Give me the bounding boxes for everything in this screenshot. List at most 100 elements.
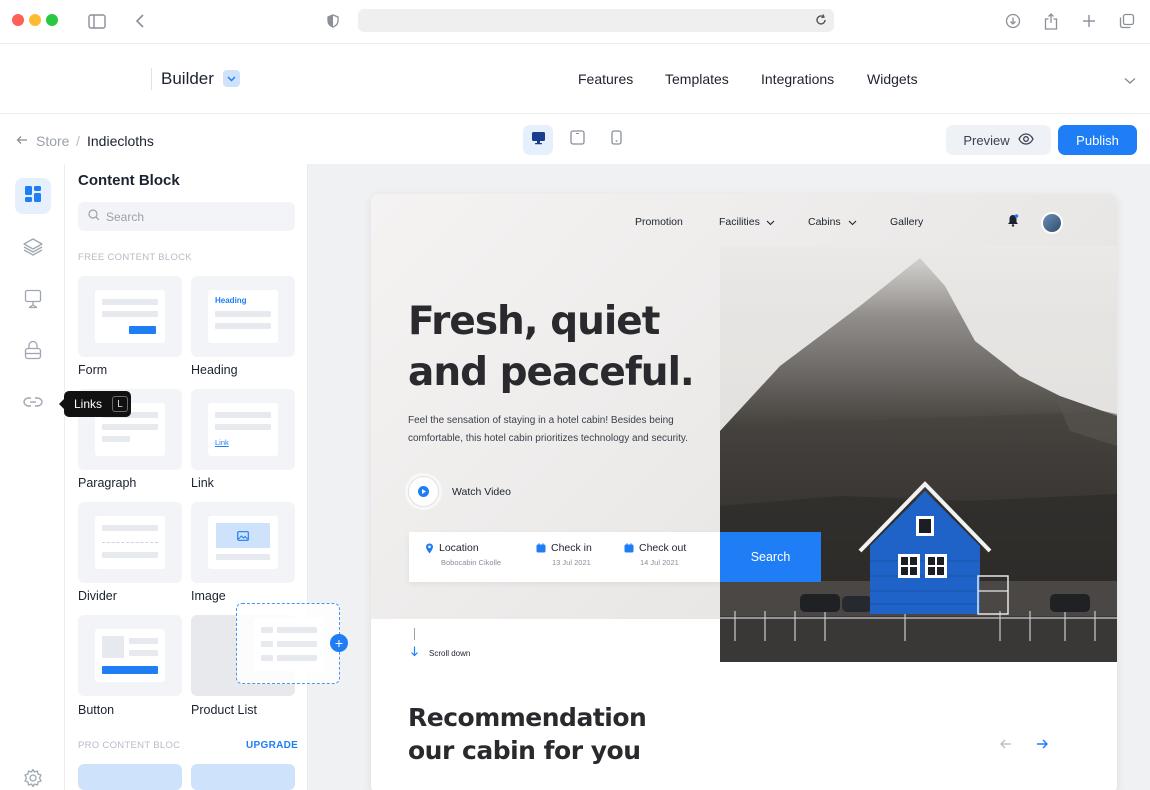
- breadcrumb-store[interactable]: Store: [36, 133, 69, 149]
- preview-label: Preview: [963, 132, 1010, 148]
- nav-widgets[interactable]: Widgets: [867, 71, 918, 87]
- back-arrow-icon[interactable]: [16, 133, 28, 151]
- hero-photo[interactable]: [720, 246, 1117, 662]
- panel-title: Content Block: [78, 172, 180, 189]
- pro-section-label: PRO CONTENT BLOC: [78, 740, 181, 751]
- dashboard-icon: [24, 185, 42, 208]
- add-block-plus-icon[interactable]: +: [330, 634, 348, 652]
- minimize-window-button[interactable]: [29, 14, 41, 26]
- block-label-heading: Heading: [191, 363, 238, 377]
- plus-icon[interactable]: [1078, 10, 1100, 32]
- avatar[interactable]: [1041, 212, 1063, 234]
- site-nav-facilities[interactable]: Facilities: [719, 216, 760, 228]
- lock-nav-button[interactable]: [15, 334, 51, 370]
- mobile-icon: [610, 130, 622, 150]
- chevron-down-icon[interactable]: [1124, 72, 1136, 90]
- calendar-icon: [536, 543, 546, 553]
- block-tile-link[interactable]: Link: [191, 389, 295, 470]
- tablet-view-button[interactable]: [562, 125, 592, 155]
- site-nav-cabins[interactable]: Cabins: [808, 216, 841, 228]
- preview-button[interactable]: Preview: [946, 125, 1051, 155]
- checkout-field[interactable]: Check out 14 Jul 2021: [624, 542, 686, 567]
- close-window-button[interactable]: [12, 14, 24, 26]
- desktop-view-button[interactable]: [523, 125, 553, 155]
- form-thumbnail: [95, 290, 165, 343]
- arrow-left-icon[interactable]: [1000, 739, 1012, 749]
- block-label-link: Link: [191, 476, 214, 490]
- arrow-down-icon: [411, 646, 418, 657]
- sidebar-icon[interactable]: [86, 10, 108, 32]
- frame-icon: [24, 289, 42, 314]
- download-icon[interactable]: [1002, 10, 1024, 32]
- maximize-window-button[interactable]: [46, 14, 58, 26]
- checkin-value: 13 Jul 2021: [552, 558, 591, 567]
- content-block-panel: Content Block Search FREE CONTENT BLOCK …: [65, 164, 308, 790]
- booking-search-button[interactable]: Search: [720, 532, 821, 582]
- link-thumb-text: Link: [215, 438, 229, 447]
- publish-button[interactable]: Publish: [1058, 125, 1137, 155]
- block-label-form: Form: [78, 363, 108, 377]
- tabs-icon[interactable]: [1116, 10, 1138, 32]
- bell-icon[interactable]: [1007, 214, 1019, 227]
- pro-block-tile[interactable]: [78, 764, 182, 790]
- block-tile-heading[interactable]: Heading: [191, 276, 295, 357]
- reload-icon[interactable]: [814, 13, 828, 32]
- breadcrumb-separator: /: [76, 133, 80, 149]
- links-nav-button[interactable]: [15, 386, 51, 422]
- shortcut-key: L: [112, 396, 129, 412]
- location-field[interactable]: Location Bobocabin Cikolle: [425, 542, 501, 567]
- brand-name: Builder: [161, 69, 214, 88]
- dragging-block-ghost[interactable]: [236, 603, 340, 684]
- url-bar[interactable]: [358, 9, 834, 32]
- share-icon[interactable]: [1040, 10, 1062, 32]
- watch-video-label[interactable]: Watch Video: [452, 486, 511, 498]
- layers-nav-button[interactable]: [15, 231, 51, 267]
- site-preview[interactable]: Promotion Facilities Cabins Gallery Fres…: [371, 194, 1117, 790]
- editor-toolbar: Store / Indiecloths Preview Publish: [0, 114, 1150, 164]
- nav-features[interactable]: Features: [578, 71, 633, 87]
- image-icon: [216, 523, 270, 548]
- editor-canvas[interactable]: Promotion Facilities Cabins Gallery Fres…: [308, 164, 1150, 790]
- chevron-down-icon: [848, 220, 857, 226]
- block-tile-image[interactable]: [191, 502, 295, 583]
- block-tile-form[interactable]: [78, 276, 182, 357]
- tooltip-label: Links: [74, 397, 103, 411]
- upgrade-link[interactable]: UPGRADE: [246, 740, 298, 751]
- breadcrumb-current: Indiecloths: [87, 133, 154, 149]
- heading-thumb-text: Heading: [215, 296, 247, 305]
- nav-templates[interactable]: Templates: [665, 71, 729, 87]
- site-nav-gallery[interactable]: Gallery: [890, 216, 923, 228]
- settings-nav-button[interactable]: [15, 762, 51, 790]
- location-label: Location: [439, 542, 479, 554]
- nav-integrations[interactable]: Integrations: [761, 71, 834, 87]
- scroll-down-label[interactable]: Scroll down: [429, 649, 470, 658]
- divider: [151, 68, 152, 90]
- browser-chrome: [0, 0, 1150, 44]
- checkin-field[interactable]: Check in 13 Jul 2021: [536, 542, 592, 567]
- pro-block-tile[interactable]: [191, 764, 295, 790]
- hero-title-line2: and peaceful.: [408, 350, 695, 395]
- settings-icon: [23, 768, 43, 790]
- block-search-input[interactable]: Search: [78, 202, 295, 231]
- block-label-image: Image: [191, 589, 226, 603]
- link-thumbnail: Link: [208, 403, 278, 456]
- block-tile-divider[interactable]: [78, 502, 182, 583]
- block-label-button: Button: [78, 703, 115, 717]
- shield-icon: [322, 10, 344, 32]
- play-icon: [418, 486, 429, 497]
- free-section-label: FREE CONTENT BLOCK: [78, 252, 192, 263]
- recommendation-line2: our cabin for you: [408, 736, 641, 765]
- search-icon: [88, 209, 100, 224]
- block-label-paragraph: Paragraph: [78, 476, 137, 490]
- back-icon[interactable]: [129, 10, 151, 32]
- blocks-nav-button[interactable]: [15, 178, 51, 214]
- frame-nav-button[interactable]: [15, 283, 51, 319]
- play-video-button[interactable]: [408, 476, 439, 507]
- mobile-view-button[interactable]: [601, 125, 631, 155]
- left-rail: [0, 164, 65, 790]
- block-tile-button[interactable]: [78, 615, 182, 696]
- arrow-right-icon[interactable]: [1036, 739, 1048, 749]
- chevron-down-icon[interactable]: [223, 70, 240, 87]
- site-nav-promotion[interactable]: Promotion: [635, 216, 683, 228]
- cabin-mountain-image: [720, 246, 1117, 662]
